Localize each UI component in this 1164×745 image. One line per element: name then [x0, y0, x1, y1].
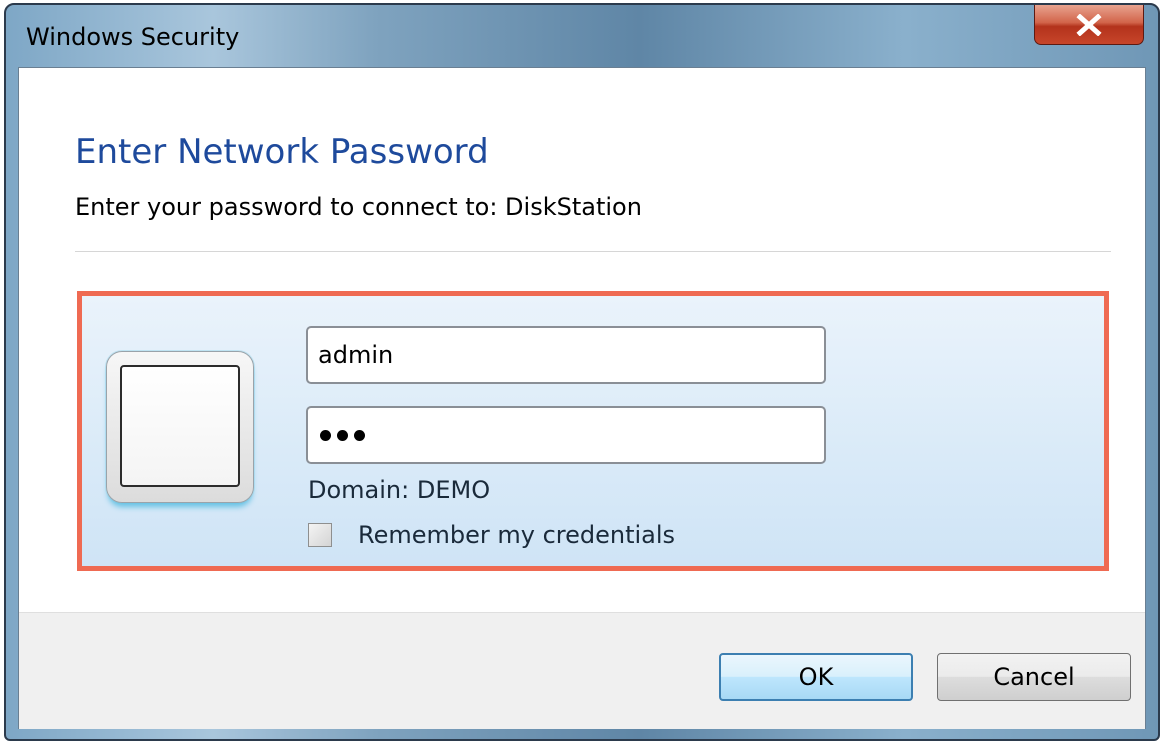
close-button[interactable]	[1034, 5, 1144, 45]
username-input[interactable]	[306, 326, 826, 384]
remember-credentials-row[interactable]: Remember my credentials	[308, 521, 675, 549]
divider	[75, 251, 1111, 252]
password-dot	[354, 429, 365, 441]
window-title: Windows Security	[26, 23, 240, 51]
remember-credentials-checkbox[interactable]	[308, 523, 332, 547]
domain-label: Domain: DEMO	[308, 476, 491, 504]
title-bar[interactable]: Windows Security	[6, 5, 1158, 67]
password-dot	[337, 429, 348, 441]
cancel-button[interactable]: Cancel	[937, 653, 1131, 701]
ok-button[interactable]: OK	[719, 653, 913, 701]
user-tile[interactable]	[106, 351, 254, 503]
dialog-subtitle: Enter your password to connect to: DiskS…	[75, 193, 642, 221]
button-bar: OK Cancel	[19, 612, 1145, 729]
password-dot	[320, 429, 331, 441]
windows-security-dialog: Windows Security Enter Network Password …	[4, 3, 1160, 741]
user-avatar-icon	[120, 365, 240, 487]
credential-panel: Domain: DEMO Remember my credentials	[77, 291, 1109, 571]
remember-credentials-label[interactable]: Remember my credentials	[358, 521, 675, 549]
dialog-heading: Enter Network Password	[75, 132, 489, 172]
close-icon	[1076, 13, 1102, 36]
dialog-body: Enter Network Password Enter your passwo…	[18, 67, 1146, 729]
password-input[interactable]	[306, 406, 826, 464]
